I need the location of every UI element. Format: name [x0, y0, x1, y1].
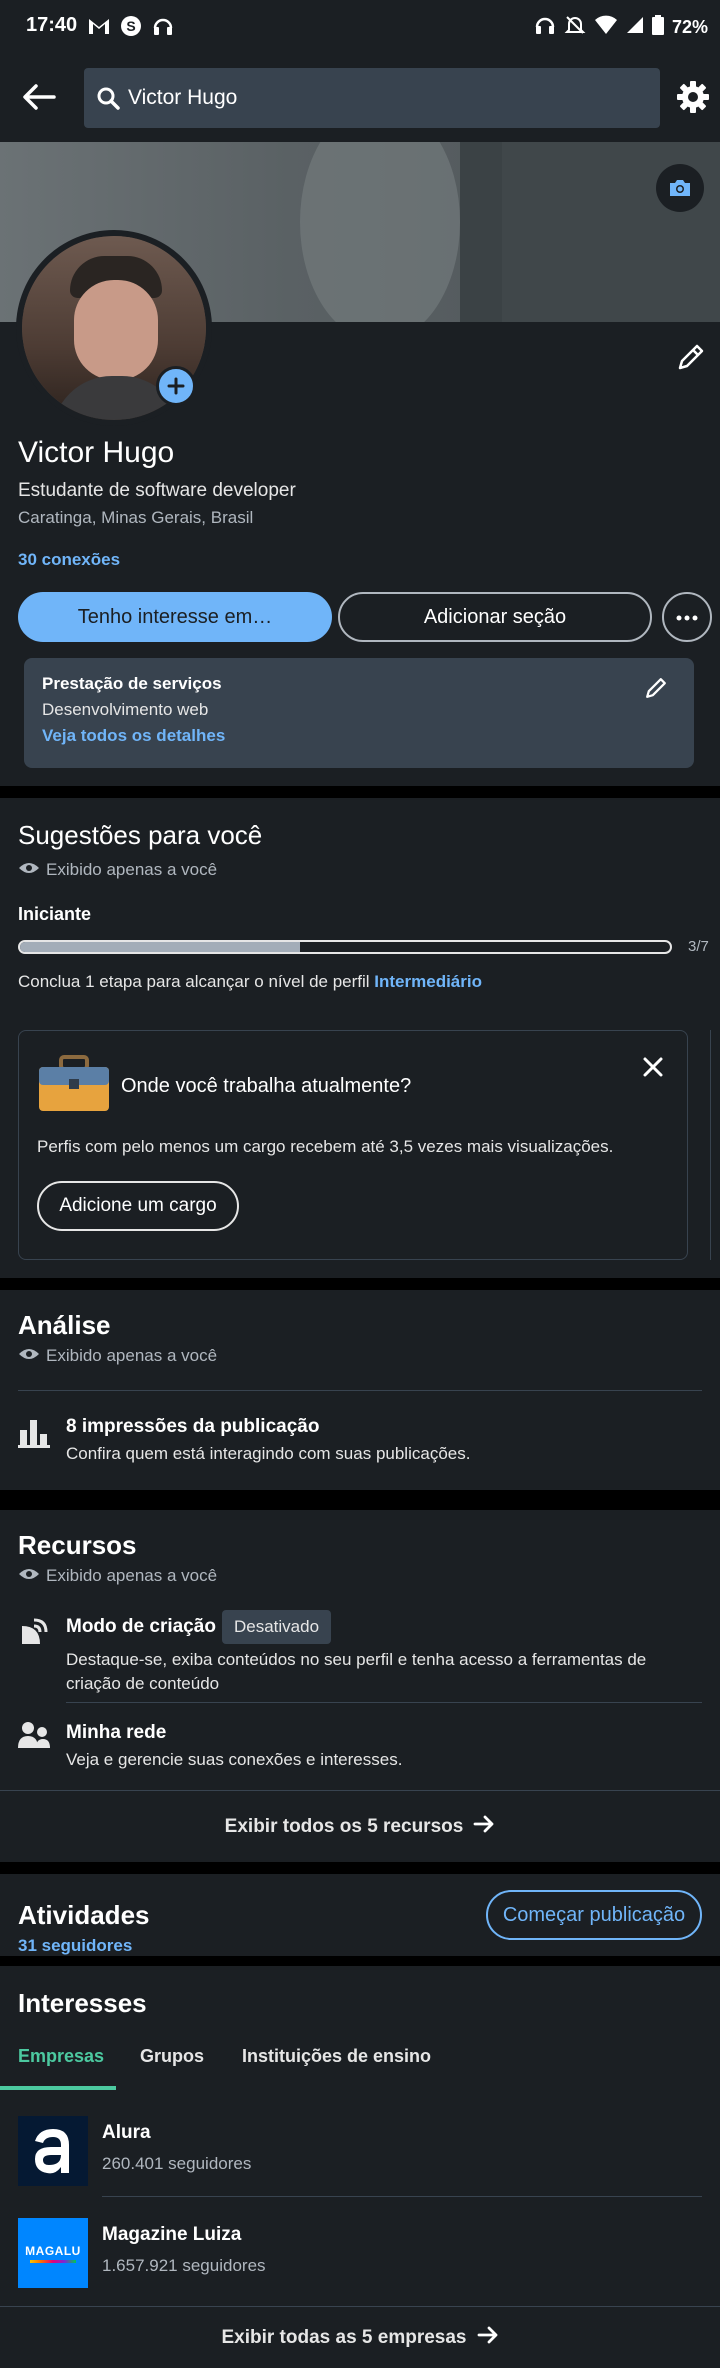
edit-pencil-icon[interactable] — [676, 342, 706, 377]
next-card-edge — [710, 1030, 720, 1260]
creator-status-badge: Desativado — [222, 1610, 332, 1644]
creator-desc-line2: criação de conteúdo — [66, 1674, 220, 1693]
arrow-right-icon — [473, 1815, 495, 1839]
impressions-item[interactable]: 8 impressões da publicação Confira quem … — [0, 1398, 720, 1482]
services-title: Prestação de serviços — [42, 674, 222, 693]
creator-mode-item[interactable]: Modo de criação Desativado Destaque-se, … — [0, 1602, 720, 1698]
company-followers: 260.401 seguidores — [102, 2154, 252, 2173]
followers-link[interactable]: 31 seguidores — [18, 1936, 132, 1956]
satellite-dish-icon — [18, 1616, 50, 1653]
my-network-title: Minha rede — [66, 1722, 167, 1743]
list-item[interactable]: Alura 260.401 seguidores — [0, 2096, 720, 2200]
add-job-desc: Perfis com pelo menos um cargo recebem a… — [37, 1137, 614, 1156]
creator-mode-title: Modo de criação — [66, 1616, 216, 1637]
interests-title: Interesses — [18, 1988, 147, 2018]
activity-card: Atividades 31 seguidores Começar publica… — [0, 1874, 720, 1956]
add-job-card: Onde você trabalha atualmente? Perfis co… — [18, 1030, 688, 1260]
profile-location: Caratinga, Minas Gerais, Brasil — [18, 508, 254, 527]
more-options-button[interactable] — [662, 592, 712, 642]
show-all-resources-button[interactable]: Exibir todos os 5 recursos — [0, 1792, 720, 1862]
wifi-icon — [594, 15, 618, 40]
tab-schools[interactable]: Instituições de ensino — [242, 2046, 431, 2067]
add-photo-plus-icon[interactable] — [156, 366, 196, 406]
eye-icon — [18, 1346, 40, 1366]
add-job-button[interactable]: Adicione um cargo — [37, 1181, 239, 1231]
headset-icon — [534, 15, 556, 40]
close-icon[interactable] — [641, 1055, 665, 1084]
search-bar[interactable] — [84, 68, 660, 128]
bar-chart-icon — [18, 1418, 50, 1453]
signal-icon — [626, 16, 644, 39]
my-network-desc: Veja e gerencie suas conexões e interess… — [66, 1750, 403, 1769]
services-edit-icon[interactable] — [644, 676, 668, 705]
start-post-button[interactable]: Começar publicação — [486, 1890, 702, 1940]
analytics-title: Análise — [18, 1310, 111, 1340]
services-desc: Desenvolvimento web — [42, 700, 209, 719]
battery-icon — [651, 15, 664, 40]
camera-icon[interactable] — [656, 164, 704, 212]
suggestions-card: Sugestões para você Exibido apenas a voc… — [0, 798, 720, 1278]
tab-groups[interactable]: Grupos — [140, 2046, 204, 2067]
gmail-icon — [88, 17, 110, 40]
my-network-item[interactable]: Minha rede Veja e gerencie suas conexões… — [0, 1710, 720, 1782]
connections-link[interactable]: 30 conexões — [18, 550, 120, 570]
more-dots-icon — [676, 608, 698, 626]
profile-headline: Estudante de software developer — [18, 480, 296, 501]
resources-title: Recursos — [18, 1530, 137, 1560]
headphones-icon — [152, 16, 174, 41]
analytics-card: Análise Exibido apenas a você 8 impressõ… — [0, 1290, 720, 1490]
activity-title: Atividades — [18, 1900, 150, 1930]
magalu-logo: MAGALU — [18, 2218, 88, 2288]
company-name: Alura — [102, 2122, 151, 2143]
settings-gear-icon[interactable] — [676, 80, 710, 119]
eye-icon — [18, 860, 40, 880]
intermediate-link[interactable]: Intermediário — [374, 972, 482, 991]
back-arrow-icon[interactable] — [20, 78, 58, 121]
services-card[interactable]: Prestação de serviços Desenvolvimento we… — [24, 658, 694, 768]
arrow-right-icon — [477, 2326, 499, 2350]
impressions-desc: Confira quem está interagindo com suas p… — [66, 1444, 471, 1463]
status-time: 17:40 — [26, 14, 78, 36]
level-hint: Conclua 1 etapa para alcançar o nível de… — [18, 972, 482, 991]
svg-text:S: S — [126, 18, 135, 34]
profile-level: Iniciante — [18, 904, 92, 924]
status-bar: 17:40 S 72% — [0, 0, 720, 56]
bell-off-icon — [564, 14, 586, 41]
company-name: Magazine Luiza — [102, 2224, 242, 2245]
active-tab-indicator — [0, 2086, 116, 2090]
alura-logo — [18, 2116, 88, 2186]
interests-card: Interesses Empresas Grupos Instituições … — [0, 1966, 720, 2368]
resources-visibility: Exibido apenas a você — [46, 1566, 218, 1585]
services-details-link[interactable]: Veja todos os detalhes — [42, 726, 225, 746]
suggestions-visibility: Exibido apenas a você — [46, 860, 218, 879]
add-job-title: Onde você trabalha atualmente? — [121, 1075, 412, 1097]
resources-card: Recursos Exibido apenas a você Modo de c… — [0, 1510, 720, 1862]
briefcase-icon — [37, 1055, 111, 1120]
interest-button[interactable]: Tenho interesse em… — [18, 592, 332, 642]
creator-desc-line1: Destaque-se, exiba conteúdos no seu perf… — [66, 1650, 647, 1669]
company-followers: 1.657.921 seguidores — [102, 2256, 266, 2275]
show-all-companies-button[interactable]: Exibir todas as 5 empresas — [0, 2308, 720, 2368]
people-icon — [18, 1720, 50, 1757]
profile-card: Victor Hugo Estudante de software develo… — [0, 142, 720, 786]
profile-name: Victor Hugo — [18, 436, 175, 469]
add-section-button[interactable]: Adicionar seção — [338, 592, 652, 642]
battery-percent: 72% — [671, 17, 708, 37]
progress-label: 3/7 — [688, 938, 709, 955]
impressions-title: 8 impressões da publicação — [66, 1416, 320, 1437]
search-icon — [96, 86, 120, 115]
eye-icon — [18, 1566, 40, 1586]
list-item[interactable]: MAGALU Magazine Luiza 1.657.921 seguidor… — [0, 2202, 720, 2306]
search-input[interactable] — [128, 68, 648, 128]
tab-companies[interactable]: Empresas — [18, 2046, 104, 2067]
progress-bar — [18, 940, 672, 954]
skype-icon: S — [120, 15, 142, 42]
suggestions-title: Sugestões para você — [18, 820, 263, 850]
analytics-visibility: Exibido apenas a você — [46, 1346, 218, 1365]
